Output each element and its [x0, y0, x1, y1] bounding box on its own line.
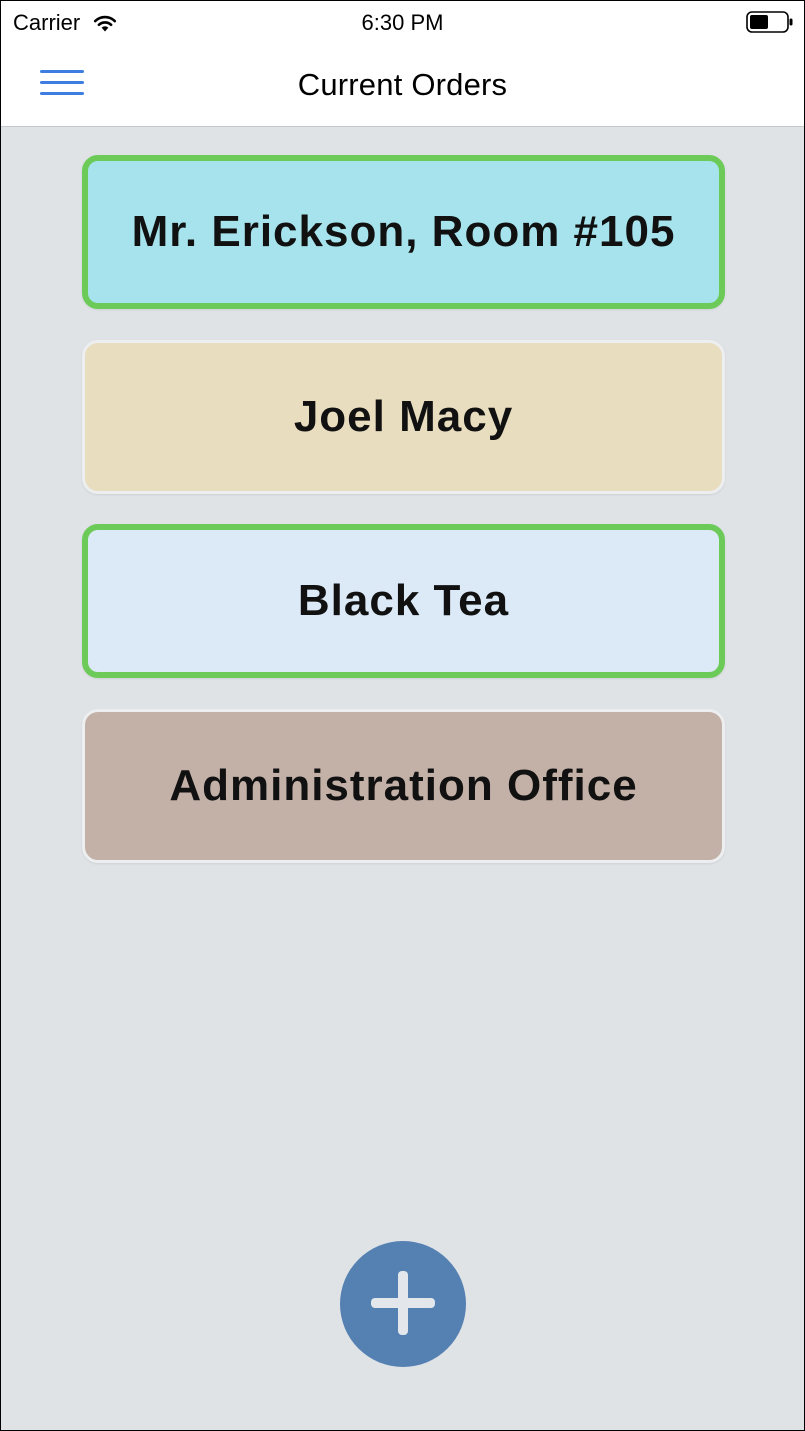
order-card-administration-office[interactable]: Administration Office	[82, 709, 725, 863]
page-title: Current Orders	[297, 67, 508, 102]
order-card-label: Administration Office	[169, 761, 638, 810]
battery-icon	[746, 11, 793, 33]
status-time: 6:30 PM	[361, 10, 444, 35]
status-bar: Carrier 6:30 PM	[1, 1, 804, 43]
order-card-label: Black Tea	[297, 576, 510, 625]
order-card-label: Joel Macy	[293, 392, 514, 441]
order-card-label: Mr. Erickson, Room #105	[131, 207, 676, 256]
add-order-button[interactable]	[340, 1241, 466, 1367]
order-card-joel-macy[interactable]: Joel Macy	[82, 340, 725, 494]
order-card-black-tea[interactable]: Black Tea	[82, 524, 725, 678]
order-card-erickson[interactable]: Mr. Erickson, Room #105	[82, 155, 725, 309]
navigation-bar: Current Orders	[1, 43, 804, 127]
app-screen: Carrier 6:30 PM Current Orders Mr. Erick…	[0, 0, 805, 1431]
